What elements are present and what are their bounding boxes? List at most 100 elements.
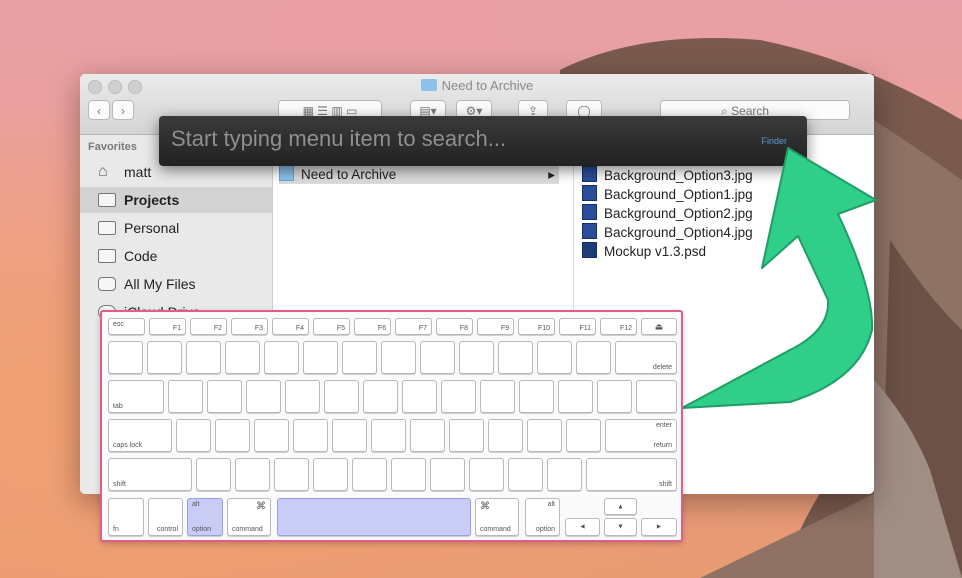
key-label: F3 xyxy=(254,325,263,332)
key-label: control xyxy=(156,526,178,533)
image-file-icon xyxy=(582,223,597,239)
key xyxy=(381,341,416,374)
key xyxy=(391,458,426,491)
chevron-right-icon: ▸ xyxy=(548,167,555,182)
key-left-shift: shift xyxy=(108,458,192,491)
key-left: ◄ xyxy=(565,518,600,536)
key-delete: delete xyxy=(615,341,677,374)
key xyxy=(235,458,270,491)
list-item[interactable]: Need to Archive ▸ xyxy=(279,165,559,184)
search-scope-label: Finder xyxy=(761,136,787,146)
key xyxy=(285,380,320,413)
sidebar-item-code[interactable]: Code xyxy=(80,243,272,269)
sidebar-item-all-my-files[interactable]: All My Files xyxy=(80,271,272,297)
key xyxy=(108,341,143,374)
key-caps-lock: caps lock xyxy=(108,419,172,452)
key xyxy=(547,458,582,491)
key-label: esc xyxy=(113,321,124,328)
key-label: F2 xyxy=(213,325,222,332)
list-item[interactable]: Background_Option3.jpg xyxy=(582,166,753,185)
key xyxy=(537,341,572,374)
key xyxy=(597,380,632,413)
key xyxy=(527,419,562,452)
key xyxy=(558,380,593,413)
key xyxy=(254,419,289,452)
key xyxy=(430,458,465,491)
key xyxy=(371,419,406,452)
key xyxy=(480,380,515,413)
folder-icon xyxy=(98,193,116,207)
back-button[interactable]: ‹ xyxy=(88,100,110,120)
key-label: F9 xyxy=(500,325,509,332)
key-right-option: alt option xyxy=(525,498,560,536)
key-right: ► xyxy=(641,518,677,536)
list-item[interactable]: Background_Option2.jpg xyxy=(582,204,753,223)
key xyxy=(519,380,554,413)
key xyxy=(207,380,242,413)
key-f12: F12 xyxy=(600,318,637,335)
key-label: F8 xyxy=(459,325,468,332)
key-f9: F9 xyxy=(477,318,514,335)
list-item[interactable]: Background_Option1.jpg xyxy=(582,185,753,204)
search-placeholder: Start typing menu item to search... xyxy=(171,126,507,151)
keyboard-diagram: esc F1 F2 F3 F4 F5 F6 F7 F8 F9 F10 F11 F… xyxy=(100,310,683,542)
key-label: F12 xyxy=(619,325,632,332)
sidebar-item-label: All My Files xyxy=(124,276,196,292)
key xyxy=(196,458,231,491)
key xyxy=(566,419,601,452)
file-label: Need to Archive xyxy=(301,167,397,182)
key-label: fn xyxy=(113,526,119,533)
key xyxy=(176,419,211,452)
help-menu-search[interactable]: Start typing menu item to search... Find… xyxy=(159,116,807,166)
key-f4: F4 xyxy=(272,318,309,335)
sidebar-item-label: matt xyxy=(124,164,152,180)
key-label: F6 xyxy=(377,325,386,332)
key-up: ▲ xyxy=(604,498,637,515)
key xyxy=(303,341,338,374)
image-file-icon xyxy=(582,204,597,220)
file-label: Background_Option3.jpg xyxy=(604,168,753,183)
key-label: command xyxy=(480,526,511,533)
key-label: caps lock xyxy=(113,442,143,449)
key xyxy=(324,380,359,413)
sidebar-item-label: Code xyxy=(124,248,158,264)
key xyxy=(313,458,348,491)
key-f3: F3 xyxy=(231,318,268,335)
key xyxy=(215,419,250,452)
key-fn: fn xyxy=(108,498,144,536)
key-label: command xyxy=(232,526,263,533)
folder-icon xyxy=(98,249,116,263)
key-label: enter xyxy=(656,422,672,429)
key xyxy=(488,419,523,452)
key xyxy=(441,380,476,413)
key xyxy=(352,458,387,491)
folder-icon xyxy=(98,221,116,235)
sidebar-item-personal[interactable]: Personal xyxy=(80,215,272,241)
key-return: enter return xyxy=(605,419,677,452)
key-f5: F5 xyxy=(313,318,350,335)
sidebar-item-label: Personal xyxy=(124,220,180,236)
key xyxy=(342,341,377,374)
list-item[interactable]: Background_Option4.jpg xyxy=(582,223,753,242)
key-space xyxy=(277,498,471,536)
key-label: return xyxy=(653,442,672,449)
key xyxy=(293,419,328,452)
key xyxy=(274,458,309,491)
key-f2: F2 xyxy=(190,318,227,335)
psd-file-icon xyxy=(582,242,597,258)
key xyxy=(147,341,182,374)
sidebar-item-projects[interactable]: Projects xyxy=(80,187,272,213)
list-item[interactable]: Mockup v1.3.psd xyxy=(582,242,706,261)
window-title: Need to Archive xyxy=(80,78,874,93)
forward-button[interactable]: › xyxy=(112,100,134,120)
command-icon: ⌘ xyxy=(256,501,266,512)
key-left-command: ⌘ command xyxy=(227,498,271,536)
key-f6: F6 xyxy=(354,318,391,335)
key-label: F11 xyxy=(579,325,591,332)
all-files-icon xyxy=(98,277,116,291)
key-label: F7 xyxy=(418,325,427,332)
sidebar-item-label: Projects xyxy=(124,192,180,208)
key xyxy=(225,341,260,374)
command-icon: ⌘ xyxy=(480,501,490,512)
folder-icon xyxy=(279,165,294,181)
